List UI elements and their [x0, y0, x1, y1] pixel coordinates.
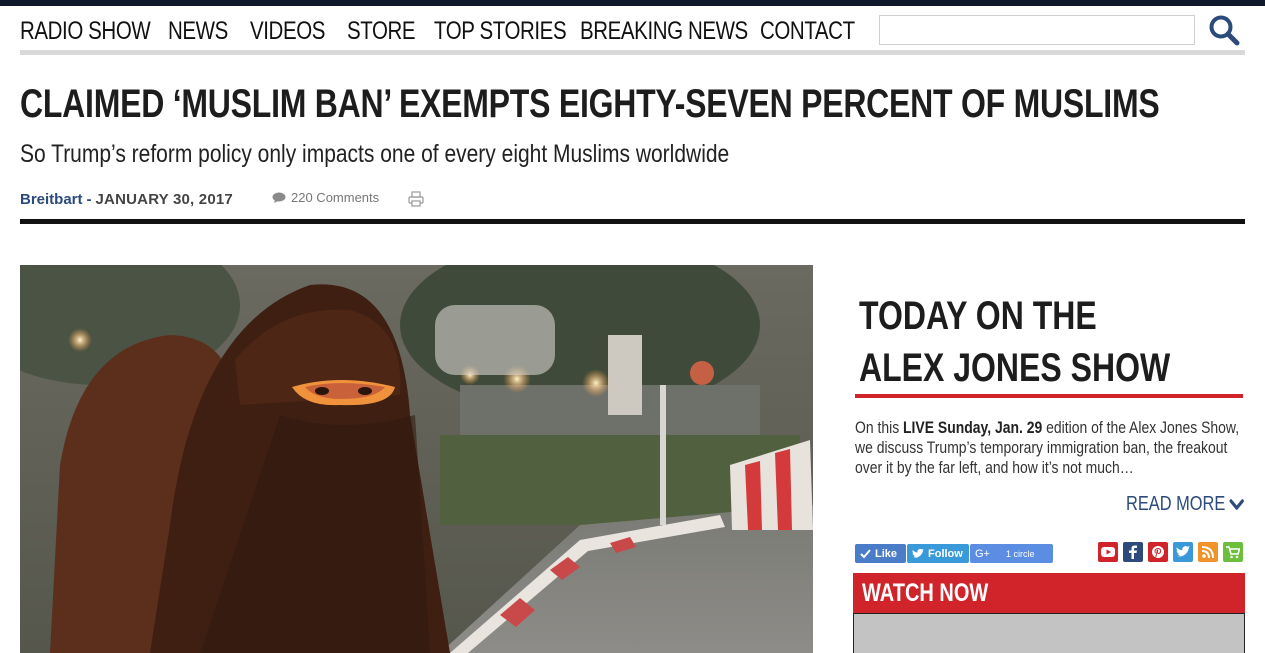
nav-videos[interactable]: VIDEOS: [250, 17, 325, 46]
read-more-label: READ MORE: [1126, 493, 1226, 515]
social-icons: [1098, 542, 1243, 562]
facebook-like-button[interactable]: Like: [855, 544, 906, 563]
like-label: Like: [875, 547, 898, 560]
article-hero-image: [20, 265, 813, 653]
comments-count: 220 Comments: [291, 190, 380, 205]
facebook-icon: [1129, 545, 1137, 559]
article-meta: Breitbart - JANUARY 30, 2017: [20, 188, 233, 210]
sidebar-description: On this LIVE Sunday, Jan. 29 edition of …: [855, 418, 1240, 478]
print-icon: [408, 191, 424, 207]
search-icon: [1209, 15, 1240, 46]
pinterest-link[interactable]: [1148, 542, 1168, 562]
twitter-bird-icon: [912, 548, 924, 558]
twitter-icon: [1176, 546, 1190, 557]
desc-highlight: LIVE Sunday, Jan. 29: [903, 418, 1043, 437]
social-buttons: Like Follow G+ 1 circle: [855, 544, 1053, 563]
google-plus-button[interactable]: G+ 1 circle: [970, 544, 1053, 563]
watch-now-label: WATCH NOW: [862, 579, 989, 607]
comment-icon: [272, 192, 286, 203]
twitter-follow-button[interactable]: Follow: [907, 544, 969, 563]
header-divider: [20, 219, 1245, 224]
sidebar-title: TODAY ON THE ALEX JONES SHOW: [859, 294, 1171, 390]
print-button[interactable]: [407, 190, 425, 208]
rss-link[interactable]: [1198, 542, 1218, 562]
nav-top-stories[interactable]: TOP STORIES: [434, 17, 567, 46]
nav-contact[interactable]: CONTACT: [760, 17, 855, 46]
article-headline: CLAIMED ‘MUSLIM BAN’ EXEMPTS EIGHTY-SEVE…: [20, 82, 1160, 126]
search-input[interactable]: [879, 15, 1195, 45]
desc-prefix: On this: [855, 418, 900, 437]
comments-link[interactable]: 220 Comments: [272, 190, 379, 205]
search-button[interactable]: [1207, 13, 1241, 47]
video-player[interactable]: [853, 613, 1245, 653]
follow-label: Follow: [928, 547, 963, 560]
gplus-label: G+: [975, 547, 990, 560]
article-source-link[interactable]: Breitbart: [20, 191, 83, 208]
article-date: JANUARY 30, 2017: [95, 190, 233, 208]
nav-store[interactable]: STORE: [347, 17, 416, 46]
cart-icon: [1226, 545, 1240, 558]
youtube-link[interactable]: [1098, 542, 1118, 562]
facebook-link[interactable]: [1123, 542, 1143, 562]
check-icon: [860, 548, 871, 558]
youtube-icon: [1101, 547, 1115, 557]
chevron-down-icon: [1229, 498, 1244, 510]
read-more-link[interactable]: READ MORE: [1126, 493, 1244, 516]
nav-radio-show[interactable]: RADIO SHOW: [20, 17, 151, 46]
nav-divider: [20, 50, 1245, 55]
nav-breaking-news[interactable]: BREAKING NEWS: [580, 17, 748, 46]
gplus-count: 1 circle: [1005, 548, 1035, 559]
twitter-link[interactable]: [1173, 542, 1193, 562]
store-cart-link[interactable]: [1223, 542, 1243, 562]
article-subheadline: So Trump’s reform policy only impacts on…: [20, 140, 730, 168]
nav-news[interactable]: NEWS: [168, 17, 228, 46]
sidebar-title-underline: [855, 394, 1243, 398]
pinterest-icon: [1152, 546, 1164, 558]
rss-icon: [1202, 546, 1214, 558]
top-strip: [0, 0, 1265, 6]
meta-separator: -: [86, 190, 92, 208]
